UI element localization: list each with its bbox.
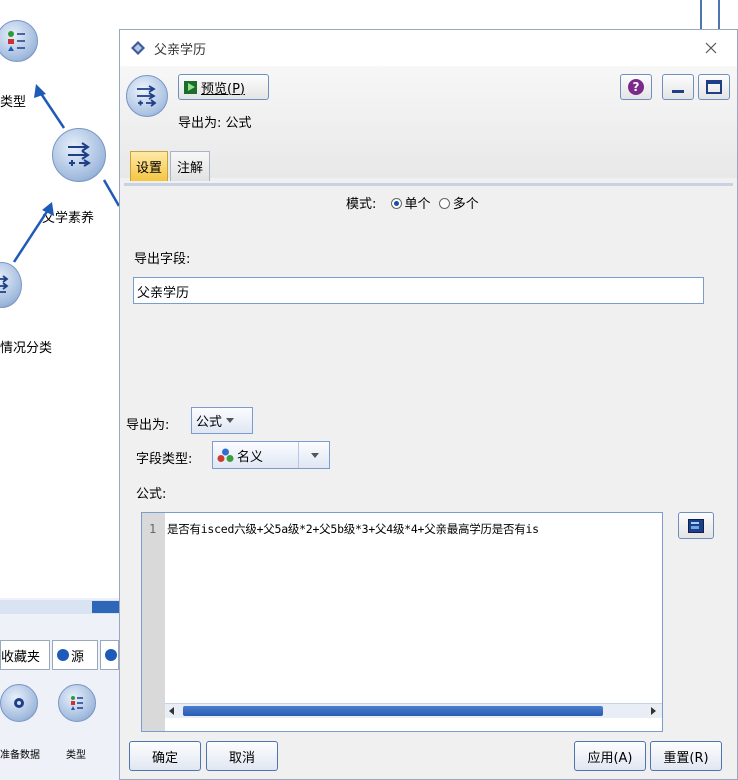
palette-type-node[interactable] xyxy=(58,684,96,722)
maximize-icon xyxy=(706,80,722,94)
close-icon[interactable] xyxy=(705,42,717,54)
formula-label: 公式: xyxy=(136,487,167,502)
palette-prep-label: 准备数据 xyxy=(0,750,40,761)
title-bar[interactable]: 父亲学历 xyxy=(120,30,737,66)
nominal-type-icon xyxy=(217,448,234,462)
calculator-icon xyxy=(688,518,704,533)
mode-label: 模式: xyxy=(346,197,377,212)
ok-button[interactable]: 确定 xyxy=(129,741,201,771)
sources-dot-icon xyxy=(57,649,69,661)
gear-icon xyxy=(14,698,24,708)
dialog-header: 预览(P) 导出为: 公式 ? xyxy=(120,66,737,178)
palette-area: 收藏夹 源 准备数据 类型 xyxy=(0,598,119,780)
formula-editor[interactable]: 1 是否有isced六级+父5a级*2+父5b级*3+父4级*4+父亲最高学历是… xyxy=(141,512,663,732)
scroll-thumb[interactable] xyxy=(183,706,603,716)
line-gutter: 1 xyxy=(142,513,165,703)
field-type-select[interactable]: 名义 xyxy=(212,441,330,469)
mode-single-radio[interactable]: 单个 xyxy=(390,197,431,212)
field-type-label: 字段类型: xyxy=(136,452,193,467)
scroll-right-icon[interactable] xyxy=(651,707,656,715)
derive-as-label: 导出为: xyxy=(126,418,170,433)
field-type-dropdown-button[interactable] xyxy=(298,442,330,468)
minimize-button[interactable] xyxy=(662,74,694,100)
chevron-down-icon xyxy=(226,418,235,423)
maximize-button[interactable] xyxy=(698,74,730,100)
formula-h-scrollbar[interactable] xyxy=(165,703,662,718)
dialog-title: 父亲学历 xyxy=(154,43,207,58)
palette-scrollbar[interactable] xyxy=(0,600,119,614)
stream-connectors xyxy=(12,84,119,263)
play-icon xyxy=(184,80,197,94)
chevron-down-icon xyxy=(310,452,319,458)
line-number: 1 xyxy=(149,522,157,536)
palette-tab-sources[interactable]: 源 xyxy=(52,640,98,670)
minimize-icon xyxy=(672,89,684,93)
background-window-edge xyxy=(700,0,720,30)
help-button[interactable]: ? xyxy=(620,74,652,100)
palette-type-label: 类型 xyxy=(66,750,86,761)
derive-field-label: 导出字段: xyxy=(134,252,191,267)
export-as-header: 导出为: 公式 xyxy=(178,116,252,131)
radio-unselected-icon xyxy=(438,198,450,209)
mode-multiple-radio[interactable]: 多个 xyxy=(438,197,479,212)
tab-annotations[interactable]: 注解 xyxy=(170,151,210,181)
expression-builder-button[interactable] xyxy=(678,512,714,539)
derive-dialog: 父亲学历 预览(P) 导出为: 公式 ? 设置 注解 模式: 单个 多个 导出字… xyxy=(119,29,738,780)
derive-field-input[interactable]: 父亲学历 xyxy=(133,277,704,304)
stream-canvas[interactable]: 类型 父学素养 情况分类 xyxy=(0,0,119,600)
radio-selected-icon xyxy=(390,198,402,209)
more-dot-icon xyxy=(105,649,117,661)
cancel-button[interactable]: 取消 xyxy=(206,741,278,771)
scroll-left-icon[interactable] xyxy=(169,707,174,715)
reset-button[interactable]: 重置(R) xyxy=(650,741,722,771)
settings-panel: 模式: 单个 多个 导出字段: 父亲学历 导出为: 公式 字段类型: 名义 公式… xyxy=(124,183,733,738)
preview-button[interactable]: 预览(P) xyxy=(178,74,269,100)
formula-text[interactable]: 是否有isced六级+父5a级*2+父5b级*3+父4级*4+父亲最高学历是否有… xyxy=(167,521,661,537)
apply-button[interactable]: 应用(A) xyxy=(574,741,646,771)
derive-as-select[interactable]: 公式 xyxy=(191,407,253,434)
gutter-corner xyxy=(142,703,165,731)
palette-tab-more[interactable] xyxy=(100,640,119,670)
palette-tab-favorites[interactable]: 收藏夹 xyxy=(0,640,50,670)
app-diamond-icon xyxy=(131,41,145,55)
derive-node-badge xyxy=(126,75,168,117)
help-icon: ? xyxy=(628,79,644,95)
type-palette-icon xyxy=(71,696,83,710)
tab-settings[interactable]: 设置 xyxy=(130,151,168,181)
palette-prep-node[interactable] xyxy=(0,684,38,722)
derive-icon xyxy=(137,85,157,107)
mode-row: 模式: 单个 多个 xyxy=(346,193,479,212)
